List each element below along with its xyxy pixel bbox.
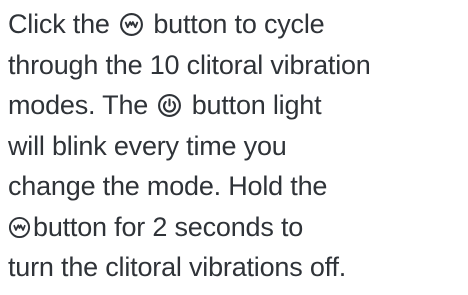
line-1: Click the button to cycle: [8, 4, 468, 45]
wave-mode-icon: [8, 216, 31, 239]
line-2: through the 10 clitoral vibration: [8, 49, 371, 80]
line-5: change the mode. Hold the: [8, 171, 328, 201]
line-4: will blink every time you: [8, 130, 287, 161]
instruction-paragraph: Click the button to cycle through the 10…: [8, 4, 468, 288]
line-6-text: button for 2 seconds to: [33, 211, 304, 242]
line-1-start-text: Click the: [8, 9, 110, 39]
line-7: turn the clitoral vibrations off.: [8, 252, 347, 282]
line-3-end-text: button light: [191, 90, 322, 120]
line-3-start-text: modes. The: [8, 90, 149, 120]
line-6: button for 2 seconds to: [8, 207, 468, 248]
power-icon: [157, 93, 182, 118]
line-1-end-text: button to cycle: [153, 9, 325, 39]
wave-mode-icon: [119, 12, 144, 37]
line-3: modes. The button light: [8, 85, 468, 126]
